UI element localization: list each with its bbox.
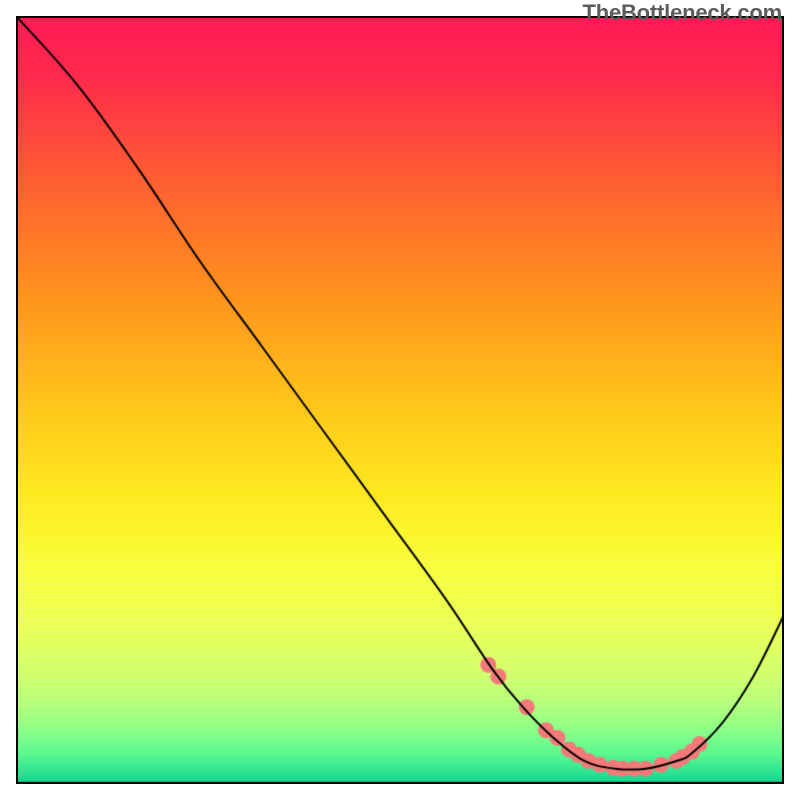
watermark-label: TheBottleneck.com — [582, 0, 782, 26]
plot-area — [16, 16, 784, 784]
chart-frame: TheBottleneck.com — [0, 0, 800, 800]
curve-canvas — [16, 16, 784, 784]
